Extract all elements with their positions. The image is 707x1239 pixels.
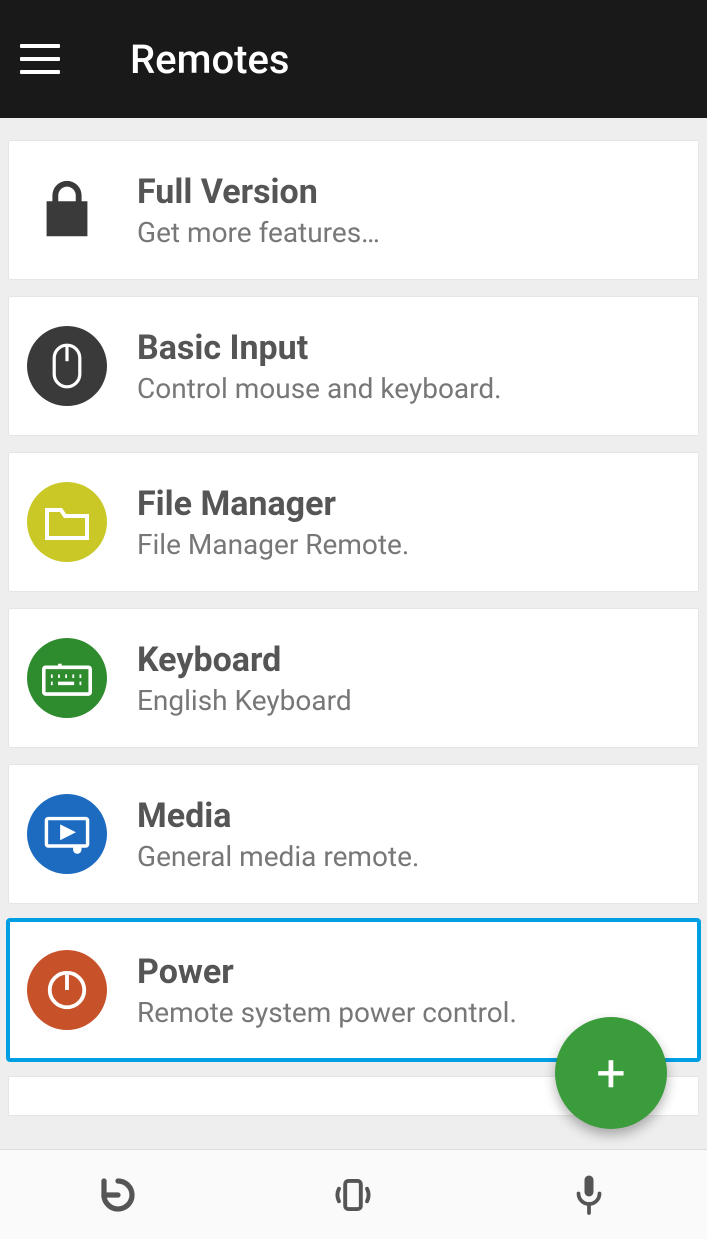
hamburger-icon[interactable] (20, 44, 60, 74)
item-subtitle: English Keyboard (137, 684, 352, 717)
list-item-basic-input[interactable]: Basic Input Control mouse and keyboard. (8, 296, 699, 436)
power-icon (27, 950, 107, 1030)
item-subtitle: Remote system power control. (137, 996, 517, 1029)
item-title: Basic Input (137, 328, 502, 368)
add-button[interactable]: + (555, 1017, 667, 1129)
page-title: Remotes (130, 36, 289, 83)
app-bar: Remotes (0, 0, 707, 118)
list-item-file-manager[interactable]: File Manager File Manager Remote. (8, 452, 699, 592)
bottom-bar (0, 1149, 707, 1239)
item-subtitle: File Manager Remote. (137, 528, 409, 561)
item-title: Media (137, 796, 419, 836)
vibrate-icon[interactable] (328, 1170, 378, 1220)
mic-icon[interactable] (564, 1170, 614, 1220)
item-subtitle: General media remote. (137, 840, 419, 873)
item-title: Keyboard (137, 640, 352, 680)
item-title: File Manager (137, 484, 409, 524)
item-subtitle: Control mouse and keyboard. (137, 372, 502, 405)
list-item-full-version[interactable]: Full Version Get more features… (8, 140, 699, 280)
item-title: Full Version (137, 172, 380, 212)
refresh-icon[interactable] (93, 1170, 143, 1220)
plus-icon: + (596, 1043, 626, 1104)
keyboard-icon (27, 638, 107, 718)
mouse-icon (27, 326, 107, 406)
list-item-media[interactable]: Media General media remote. (8, 764, 699, 904)
item-title: Power (137, 952, 517, 992)
remotes-list: Full Version Get more features… Basic In… (0, 140, 707, 1116)
media-icon (27, 794, 107, 874)
lock-icon (27, 170, 107, 250)
list-item-keyboard[interactable]: Keyboard English Keyboard (8, 608, 699, 748)
folder-icon (27, 482, 107, 562)
item-subtitle: Get more features… (137, 216, 380, 249)
